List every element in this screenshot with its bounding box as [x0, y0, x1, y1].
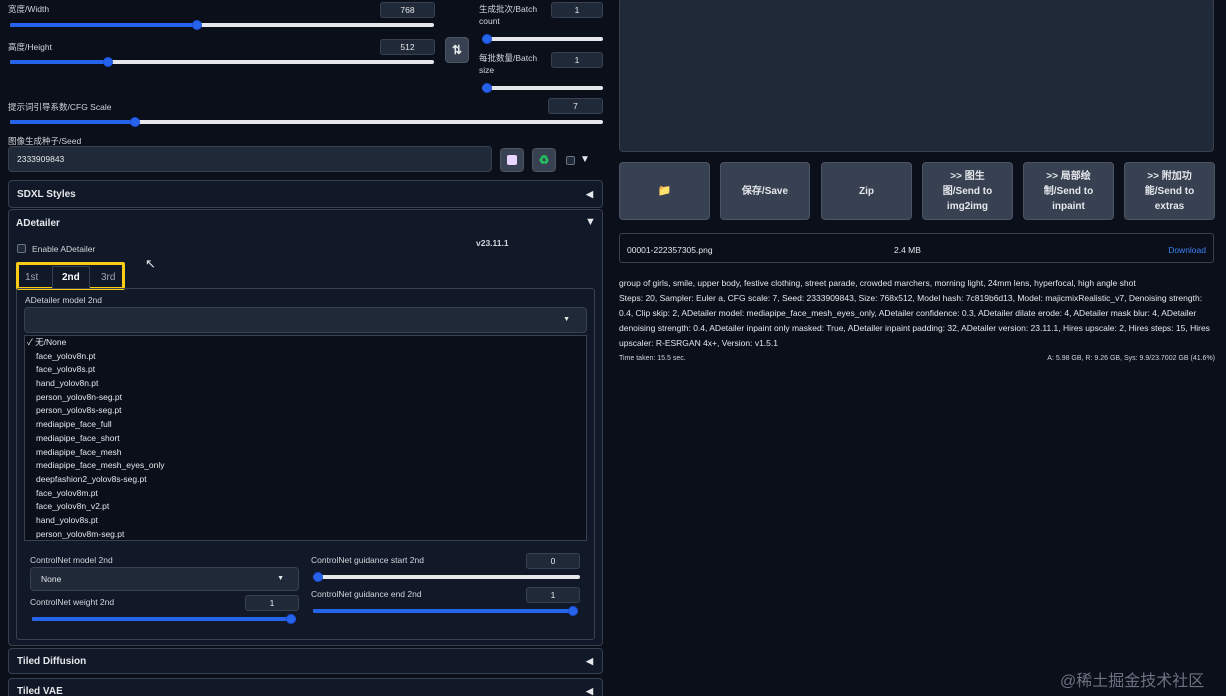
sdxl-styles-accordion[interactable]: SDXL Styles ◀	[8, 180, 603, 208]
open-folder-button[interactable]: 📁	[619, 162, 710, 220]
send-to-extras-button[interactable]: >> 附加功 能/Send to extras	[1124, 162, 1215, 220]
file-name: 00001-222357305.png	[627, 245, 713, 255]
enable-adetailer-checkbox[interactable]	[17, 244, 26, 253]
dropdown-option[interactable]: person_yolov8m-seg.pt	[17, 528, 586, 542]
tab-2nd[interactable]: 2nd	[62, 272, 80, 283]
cfg-label: 提示词引导系数/CFG Scale	[8, 102, 112, 112]
params-text: Steps: 20, Sampler: Euler a, CFG scale: …	[619, 293, 1210, 348]
extra-seed-checkbox[interactable]	[566, 156, 575, 165]
expand-arrow-icon[interactable]: ▼	[585, 216, 596, 228]
tiled-vae-accordion[interactable]: Tiled VAE ◀	[8, 678, 603, 696]
cn-end-label: ControlNet guidance end 2nd	[311, 589, 422, 599]
height-slider[interactable]	[10, 57, 434, 67]
random-seed-button[interactable]	[500, 148, 524, 172]
batch-count-label: 生成批次/Batch count	[479, 4, 538, 26]
dropdown-option[interactable]: face_yolov8s.pt	[17, 363, 586, 377]
dropdown-option[interactable]: deepfashion2_yolov8s-seg.pt	[17, 473, 586, 487]
batch-count-input[interactable]: 1	[551, 2, 603, 18]
dropdown-arrow-icon: ▼	[277, 575, 284, 582]
vram-usage: A: 5.98 GB, R: 9.26 GB, Sys: 9.9/23.7002…	[1047, 355, 1215, 362]
dropdown-option[interactable]: mediapipe_face_full	[17, 418, 586, 432]
cfg-slider[interactable]	[10, 117, 603, 127]
batch-count-slider[interactable]	[482, 34, 603, 44]
cn-start-slider[interactable]	[313, 572, 580, 582]
dice-icon	[507, 155, 517, 165]
cn-start-input[interactable]: 0	[526, 553, 580, 569]
watermark: @稀土掘金技术社区	[1060, 673, 1205, 690]
height-label: 高度/Height	[8, 42, 52, 52]
dropdown-option[interactable]: face_yolov8n.pt	[17, 350, 586, 364]
seed-input[interactable]: 2333909843	[8, 146, 492, 172]
width-label: 宽度/Width	[8, 4, 50, 14]
dropdown-option[interactable]: face_yolov8n_v2.pt	[17, 500, 586, 514]
cn-model-label: ControlNet model 2nd	[30, 555, 113, 565]
dropdown-option[interactable]: hand_yolov8n.pt	[17, 377, 586, 391]
save-button[interactable]: 保存/Save	[720, 162, 810, 220]
send-to-img2img-button[interactable]: >> 图生 图/Send to img2img	[922, 162, 1013, 220]
reuse-seed-button[interactable]: ♻	[532, 148, 556, 172]
dropdown-option[interactable]: mediapipe_face_mesh_eyes_only	[17, 459, 586, 473]
download-link[interactable]: Download	[1168, 245, 1206, 255]
dropdown-arrow-icon: ▼	[563, 316, 570, 323]
adetailer-title[interactable]: ADetailer	[16, 218, 60, 229]
send-to-inpaint-button[interactable]: >> 局部绘 制/Send to inpaint	[1023, 162, 1114, 220]
cn-start-label: ControlNet guidance start 2nd	[311, 555, 424, 565]
collapse-arrow-icon: ◀	[586, 685, 593, 696]
folder-icon: 📁	[657, 184, 672, 197]
recycle-icon: ♻	[538, 152, 550, 167]
mouse-cursor-icon: ↖	[145, 256, 156, 271]
tab-3rd[interactable]: 3rd	[101, 272, 115, 283]
adetailer-version: v23.11.1	[476, 238, 509, 248]
collapse-arrow-icon: ◀	[586, 655, 593, 666]
time-taken: Time taken: 15.5 sec.	[619, 355, 686, 362]
file-size: 2.4 MB	[894, 245, 921, 255]
collapse-arrow-icon: ◀	[586, 188, 593, 199]
width-input[interactable]: 768	[380, 2, 435, 18]
dropdown-option[interactable]: hand_yolov8s.pt	[17, 514, 586, 528]
cn-end-input[interactable]: 1	[526, 587, 580, 603]
swap-arrows-icon: ⇅	[451, 42, 463, 57]
enable-adetailer-label: Enable ADetailer	[32, 244, 96, 254]
extra-seed-toggle-icon[interactable]: ▼	[580, 154, 590, 165]
output-image-area	[619, 0, 1214, 152]
file-row: 00001-222357305.png 2.4 MB Download	[619, 233, 1214, 263]
cn-end-slider[interactable]	[313, 606, 578, 616]
adetailer-model-dropdown[interactable]: ▼	[24, 307, 587, 333]
zip-button[interactable]: Zip	[821, 162, 912, 220]
adetailer-model-label: ADetailer model 2nd	[25, 295, 103, 305]
batch-size-slider[interactable]	[482, 83, 603, 93]
adetailer-model-options: ✓ 无/None face_yolov8n.pt face_yolov8s.pt ha…	[24, 335, 587, 541]
generation-info: group of girls, smile, upper body, festi…	[619, 276, 1215, 351]
cn-weight-slider[interactable]	[32, 614, 296, 624]
cfg-input[interactable]: 7	[548, 98, 603, 114]
batch-size-label: 每批数量/Batch size	[479, 53, 538, 75]
swap-dimensions-button[interactable]: ⇅	[445, 37, 469, 63]
dropdown-option[interactable]: person_yolov8s-seg.pt	[17, 404, 586, 418]
dropdown-option[interactable]: face_yolov8m.pt	[17, 487, 586, 501]
dropdown-option[interactable]: mediapipe_face_short	[17, 432, 586, 446]
prompt-text: group of girls, smile, upper body, festi…	[619, 278, 1136, 288]
dropdown-option[interactable]: ✓ 无/None	[17, 336, 586, 350]
cn-weight-label: ControlNet weight 2nd	[30, 597, 115, 607]
cn-weight-input[interactable]: 1	[245, 595, 299, 611]
batch-size-input[interactable]: 1	[551, 52, 603, 68]
dropdown-option[interactable]: mediapipe_face_mesh	[17, 446, 586, 460]
tab-1st[interactable]: 1st	[25, 272, 38, 283]
width-slider[interactable]	[10, 20, 434, 30]
tiled-diffusion-accordion[interactable]: Tiled Diffusion ◀	[8, 648, 603, 674]
height-input[interactable]: 512	[380, 39, 435, 55]
cn-model-dropdown[interactable]: None ▼	[30, 567, 299, 591]
dropdown-option[interactable]: person_yolov8n-seg.pt	[17, 391, 586, 405]
